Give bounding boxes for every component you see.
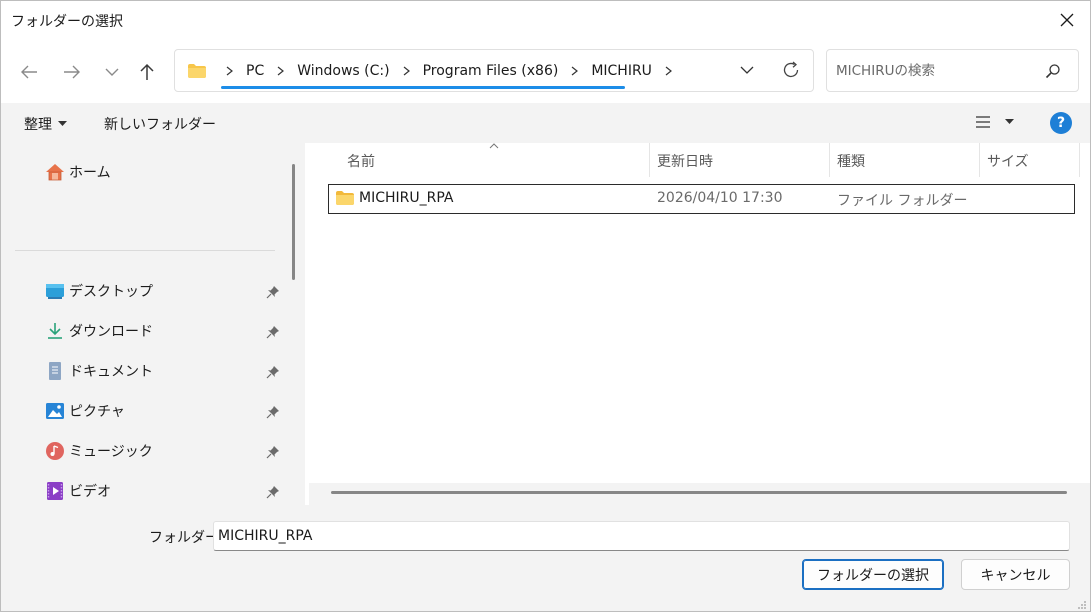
pin-icon[interactable] <box>266 405 280 419</box>
column-divider[interactable] <box>1079 143 1080 177</box>
sidebar-item-music[interactable]: ミュージック <box>45 439 153 463</box>
sidebar-item-downloads[interactable]: ダウンロード <box>45 319 153 343</box>
recent-locations-button[interactable] <box>96 56 128 88</box>
organize-button[interactable]: 整理 <box>24 114 67 134</box>
folder-icon <box>336 191 354 205</box>
caret-down-icon <box>58 121 67 126</box>
arrow-up-icon <box>140 63 154 80</box>
sidebar-item-label: ビデオ <box>69 484 111 500</box>
horizontal-scrollbar[interactable] <box>309 483 1090 505</box>
chevron-right-icon[interactable] <box>403 66 410 76</box>
pin-icon[interactable] <box>266 365 280 379</box>
divider <box>15 250 275 251</box>
chevron-right-icon[interactable] <box>226 66 233 76</box>
chevron-down-icon <box>105 68 119 76</box>
table-row[interactable]: MICHIRU_RPA 2026/04/10 17:30 ファイル フォルダー <box>328 184 1075 214</box>
window-title: フォルダーの選択 <box>11 14 123 30</box>
sidebar-item-desktop[interactable]: デスクトップ <box>45 279 153 303</box>
sidebar-scroll-thumb[interactable] <box>292 164 295 280</box>
sidebar-item-home[interactable]: ホーム <box>45 160 111 184</box>
document-icon <box>45 361 65 381</box>
refresh-icon <box>783 61 799 78</box>
address-focus-underline <box>221 86 625 89</box>
view-options-button[interactable] <box>975 115 1014 129</box>
arrow-left-icon <box>21 65 37 79</box>
breadcrumb-windows-c[interactable]: Windows (C:) <box>295 63 391 79</box>
sort-ascending-icon <box>489 143 499 149</box>
list-view-icon <box>976 116 990 128</box>
search-icon[interactable] <box>1045 63 1061 79</box>
download-icon <box>45 321 65 341</box>
chevron-right-icon[interactable] <box>277 66 285 76</box>
desktop-icon <box>45 281 65 301</box>
close-icon <box>1060 13 1074 27</box>
breadcrumb-michiru[interactable]: MICHIRU <box>589 63 654 79</box>
chevron-right-icon[interactable] <box>571 66 579 76</box>
pin-icon[interactable] <box>266 325 280 339</box>
search-box <box>826 49 1079 92</box>
folder-select-dialog: フォルダーの選択 PC Windows (C:) Program Files (… <box>0 0 1091 612</box>
column-header-modified[interactable]: 更新日時 <box>657 151 713 171</box>
forward-button[interactable] <box>56 56 88 88</box>
back-button[interactable] <box>13 56 45 88</box>
chevron-down-icon <box>740 66 754 74</box>
up-button[interactable] <box>131 56 163 88</box>
sidebar-item-documents[interactable]: ドキュメント <box>45 359 153 383</box>
sidebar-item-label: ダウンロード <box>69 324 153 340</box>
dialog-footer: フォルダー: フォルダーの選択 キャンセル <box>1 505 1090 611</box>
address-bar[interactable]: PC Windows (C:) Program Files (x86) MICH… <box>174 49 814 92</box>
column-divider[interactable] <box>649 143 650 177</box>
breadcrumb-pc[interactable]: PC <box>244 63 266 79</box>
home-icon <box>45 162 65 182</box>
file-modified: 2026/04/10 17:30 <box>657 190 783 206</box>
cancel-button[interactable]: キャンセル <box>961 559 1070 590</box>
breadcrumb-program-files[interactable]: Program Files (x86) <box>421 63 561 79</box>
sidebar-item-label: ピクチャ <box>69 404 125 420</box>
sidebar-item-label: ホーム <box>69 165 111 181</box>
command-bar: 整理 新しいフォルダー ? <box>1 103 1090 143</box>
resize-grip-icon[interactable] <box>1077 600 1087 610</box>
pin-icon[interactable] <box>266 285 280 299</box>
column-divider[interactable] <box>979 143 980 177</box>
breadcrumb: PC Windows (C:) Program Files (x86) MICH… <box>215 50 683 91</box>
picture-icon <box>45 401 65 421</box>
sidebar-item-videos[interactable]: ビデオ <box>45 479 111 503</box>
file-name: MICHIRU_RPA <box>359 190 454 206</box>
column-divider[interactable] <box>829 143 830 177</box>
chevron-right-icon[interactable] <box>665 66 672 76</box>
arrow-right-icon <box>64 65 80 79</box>
close-button[interactable] <box>1044 1 1090 39</box>
select-folder-button[interactable]: フォルダーの選択 <box>802 559 944 590</box>
pin-icon[interactable] <box>266 485 280 499</box>
title-bar: フォルダーの選択 <box>1 1 1090 39</box>
folder-icon <box>188 64 206 78</box>
search-input[interactable] <box>836 60 1036 82</box>
refresh-button[interactable] <box>781 60 801 84</box>
column-header-type[interactable]: 種類 <box>837 151 865 171</box>
pin-icon[interactable] <box>266 445 280 459</box>
file-type: ファイル フォルダー <box>837 193 968 209</box>
help-button[interactable]: ? <box>1050 112 1072 134</box>
sidebar-item-label: デスクトップ <box>69 284 153 300</box>
file-list: 名前 更新日時 種類 サイズ MICHIRU_RPA 2026/04/10 17… <box>305 143 1090 505</box>
new-folder-button[interactable]: 新しいフォルダー <box>104 114 216 134</box>
sidebar-item-pictures[interactable]: ピクチャ <box>45 399 125 423</box>
organize-label: 整理 <box>24 117 52 133</box>
column-header-name[interactable]: 名前 <box>347 151 375 171</box>
navigation-pane: ホーム デスクトップ ダウンロード ドキュメント ピクチャ ミュージック ビデオ <box>1 143 299 505</box>
address-history-button[interactable] <box>739 62 755 82</box>
sidebar-item-label: ミュージック <box>69 444 153 460</box>
sidebar-item-label: ドキュメント <box>69 364 153 380</box>
music-icon <box>45 441 65 461</box>
column-header-size[interactable]: サイズ <box>987 151 1029 171</box>
navigation-bar: PC Windows (C:) Program Files (x86) MICH… <box>1 39 1090 103</box>
horizontal-scroll-thumb[interactable] <box>331 491 1067 494</box>
column-headers: 名前 更新日時 種類 サイズ <box>305 143 1090 177</box>
video-icon <box>45 481 65 501</box>
help-icon: ? <box>1056 115 1066 131</box>
folder-name-input[interactable] <box>213 521 1070 551</box>
caret-down-icon <box>1005 119 1014 124</box>
